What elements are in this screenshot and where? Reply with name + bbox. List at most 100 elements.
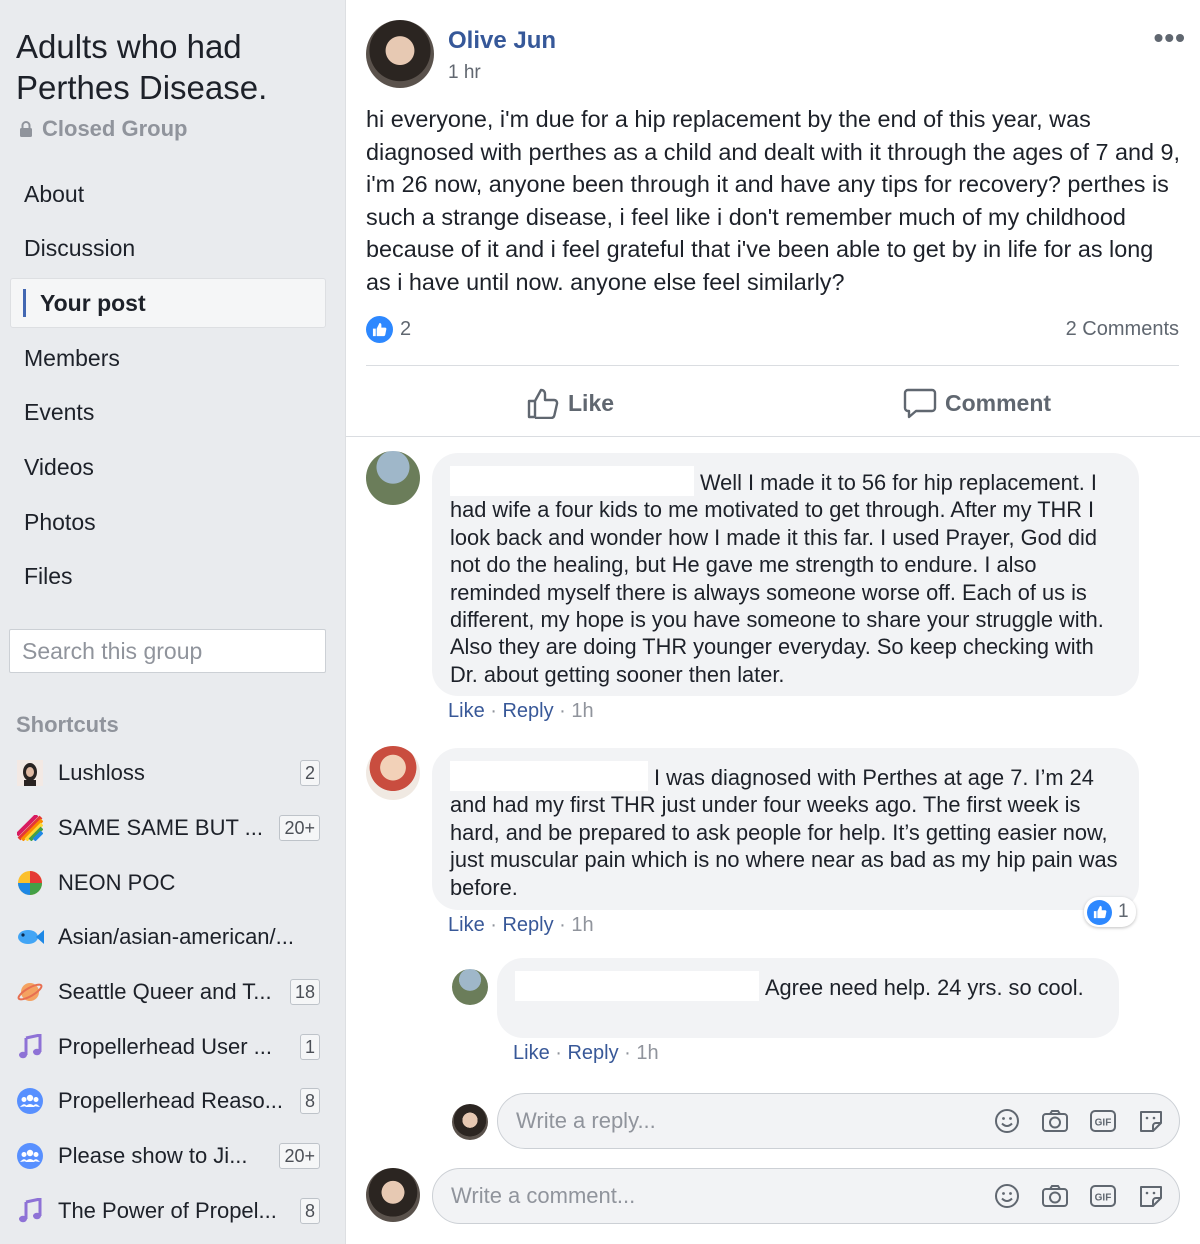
shortcuts-list: Lushloss 2 SAME SAME BUT ... 20+ NEON PO… <box>16 746 320 1238</box>
nav-label: Files <box>24 563 73 590</box>
rainbow-icon <box>16 814 44 842</box>
nav-item-your-post[interactable]: Your post <box>10 278 326 329</box>
comment-reply-link[interactable]: Reply <box>502 700 553 722</box>
planet-icon <box>16 978 44 1006</box>
search-input[interactable] <box>22 637 318 665</box>
more-options-icon[interactable]: ••• <box>1154 22 1186 54</box>
post-text: hi everyone, i'm due for a hip replaceme… <box>366 106 1181 295</box>
shortcut-label: The Power of Propel... <box>58 1197 277 1223</box>
reply-like-link[interactable]: Like <box>513 1042 550 1064</box>
shortcut-item[interactable]: The Power of Propel... 8 <box>16 1184 320 1239</box>
like-count: 2 <box>400 318 412 340</box>
reaction-summary[interactable]: 2 <box>366 316 411 343</box>
post-time[interactable]: 1 hr <box>448 62 481 84</box>
shortcut-item[interactable]: Asian/asian-american/... <box>16 910 320 965</box>
avatar[interactable] <box>452 1104 488 1140</box>
sticker-icon[interactable] <box>1137 1107 1165 1135</box>
comments-count[interactable]: 2 Comments <box>1066 318 1179 341</box>
shortcut-item[interactable]: Seattle Queer and T... 18 <box>16 965 320 1020</box>
notification-badge: 8 <box>299 1197 320 1224</box>
notification-badge: 18 <box>289 979 320 1006</box>
divider <box>366 365 1179 366</box>
reply-time[interactable]: 1h <box>636 1042 658 1064</box>
nav-label: Videos <box>24 453 94 480</box>
comment-actions: Like · Reply · 1h <box>448 914 594 936</box>
avatar[interactable] <box>366 1168 420 1222</box>
comment-actions: Like · Reply · 1h <box>448 700 594 722</box>
svg-text:GIF: GIF <box>1095 1118 1112 1129</box>
music-note-icon <box>16 1197 44 1225</box>
nav-label: Your post <box>40 289 146 316</box>
nav-item-events[interactable]: Events <box>10 388 326 438</box>
nav-item-videos[interactable]: Videos <box>10 442 326 492</box>
notification-badge: 20+ <box>279 815 320 842</box>
post-card: Olive Jun 1 hr ••• hi everyone, i'm due … <box>345 0 1200 1244</box>
shortcut-item[interactable]: NEON POC <box>16 855 320 910</box>
emoji-icon[interactable] <box>993 1182 1021 1210</box>
shortcut-item[interactable]: Propellerhead Reaso... 8 <box>16 1074 320 1129</box>
shortcut-label: SAME SAME BUT ... <box>58 815 263 841</box>
comment-like-link[interactable]: Like <box>448 700 485 722</box>
like-reaction-icon <box>1087 899 1112 925</box>
shortcut-label: Seattle Queer and T... <box>58 979 272 1005</box>
shortcut-item[interactable]: Please show to Ji... 20+ <box>16 1129 320 1184</box>
fish-icon <box>16 923 44 951</box>
nav-item-members[interactable]: Members <box>10 333 326 383</box>
comment-reply-link[interactable]: Reply <box>502 914 553 936</box>
reply-bubble: Agree need help. 24 yrs. so cool. <box>497 958 1119 1038</box>
reply-input[interactable] <box>516 1108 993 1134</box>
avatar[interactable] <box>366 746 420 800</box>
shortcut-item[interactable]: Lushloss 2 <box>16 746 320 801</box>
reply-reply-link[interactable]: Reply <box>567 1042 618 1064</box>
avatar[interactable] <box>366 451 420 505</box>
nav-item-about[interactable]: About <box>10 169 326 219</box>
composer-tools: GIF <box>993 1107 1165 1135</box>
lock-icon <box>20 121 32 137</box>
camera-icon[interactable] <box>1041 1107 1069 1135</box>
emoji-icon[interactable] <box>993 1107 1021 1135</box>
group-title[interactable]: Adults who had Perthes Disease. <box>16 26 336 108</box>
shortcut-item[interactable]: SAME SAME BUT ... 20+ <box>16 801 320 856</box>
notification-badge: 2 <box>299 760 320 787</box>
gif-icon[interactable]: GIF <box>1089 1107 1117 1135</box>
nav-item-photos[interactable]: Photos <box>10 497 326 547</box>
comment-label: Comment <box>945 389 1052 416</box>
group-nav: About Discussion Your post Members Event… <box>10 169 326 607</box>
comment-time[interactable]: 1h <box>571 700 593 722</box>
group-icon <box>16 1142 44 1170</box>
comment-time[interactable]: 1h <box>571 914 593 936</box>
shortcut-label: Asian/asian-american/... <box>58 924 294 950</box>
like-reaction-icon <box>366 316 393 343</box>
notification-badge: 20+ <box>279 1143 320 1170</box>
like-button[interactable]: Like <box>526 383 614 423</box>
sticker-icon[interactable] <box>1137 1182 1165 1210</box>
comment-text: Well I made it to 56 for hip replacement… <box>450 470 1104 687</box>
nav-label: Events <box>24 399 95 426</box>
comment-input[interactable] <box>451 1183 993 1209</box>
group-privacy: Closed Group <box>18 116 187 142</box>
comment-bubble: I was diagnosed with Perthes at age 7. I… <box>432 748 1139 910</box>
shortcut-label: Please show to Ji... <box>58 1143 248 1169</box>
reply-composer: GIF <box>497 1093 1180 1149</box>
comment-button[interactable]: Comment <box>903 383 1051 423</box>
comment-reaction-count[interactable]: 1 <box>1084 897 1136 927</box>
sidebar: Adults who had Perthes Disease. Closed G… <box>0 0 345 1244</box>
gif-icon[interactable]: GIF <box>1089 1182 1117 1210</box>
nav-label: Photos <box>24 508 96 535</box>
shortcuts-title: Shortcuts <box>16 712 119 737</box>
reply-actions: Like · Reply · 1h <box>513 1042 659 1064</box>
avatar[interactable] <box>452 969 488 1005</box>
redacted-name <box>450 466 694 496</box>
nav-label: Members <box>24 344 120 371</box>
post-author[interactable]: Olive Jun <box>448 27 556 55</box>
comment-like-link[interactable]: Like <box>448 914 485 936</box>
shortcut-item[interactable]: Propellerhead User ... 1 <box>16 1019 320 1074</box>
nav-item-files[interactable]: Files <box>10 552 326 602</box>
notification-badge: 8 <box>299 1088 320 1115</box>
divider <box>346 436 1200 437</box>
notification-badge: 1 <box>299 1033 320 1060</box>
nav-item-discussion[interactable]: Discussion <box>10 224 326 274</box>
group-icon <box>16 1087 44 1115</box>
avatar[interactable] <box>366 20 434 88</box>
camera-icon[interactable] <box>1041 1182 1069 1210</box>
